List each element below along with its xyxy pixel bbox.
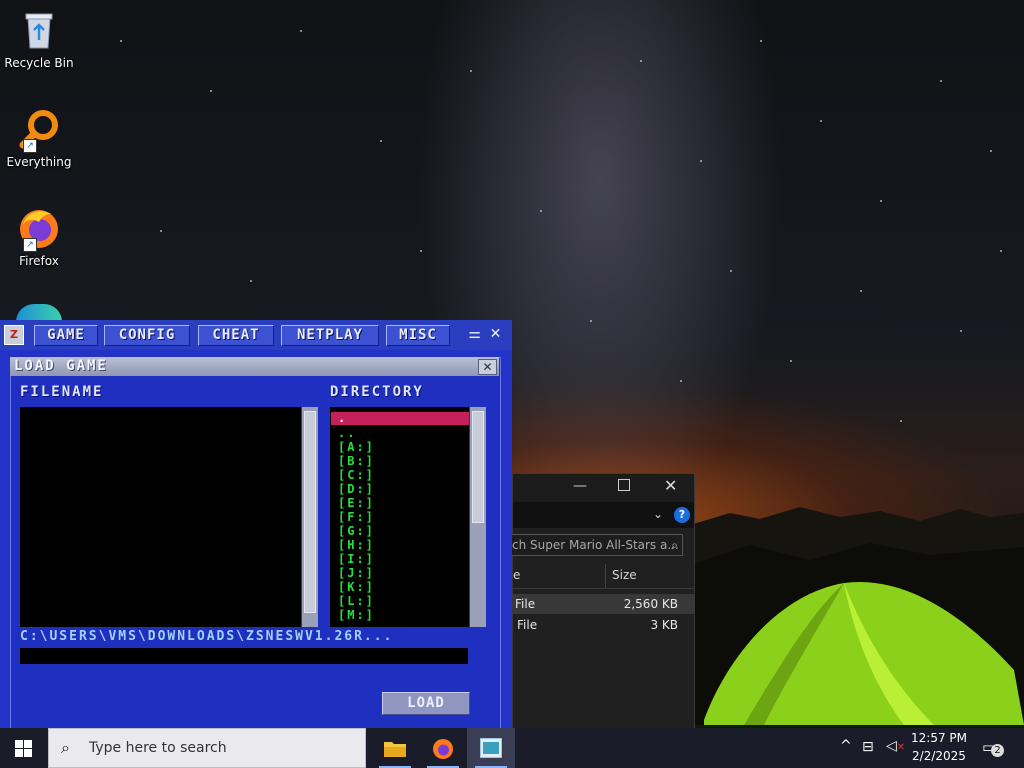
scrollbar-thumb[interactable] (304, 411, 316, 613)
taskbar-file-explorer[interactable] (371, 728, 419, 768)
directory-label: DIRECTORY (330, 384, 424, 400)
taskbar-firefox[interactable] (419, 728, 467, 768)
list-item[interactable]: [C:] (338, 468, 375, 482)
start-button[interactable] (0, 728, 48, 768)
notification-center-button[interactable]: ▭ 2 (982, 738, 1004, 757)
list-item[interactable]: [H:] (338, 538, 375, 552)
close-icon[interactable]: ✕ (487, 325, 504, 343)
chevron-up-icon[interactable]: ^ (840, 738, 852, 754)
maximize-icon[interactable] (618, 479, 630, 491)
filename-list[interactable] (20, 407, 301, 627)
list-item[interactable]: [L:] (338, 594, 375, 608)
firefox-icon (433, 739, 453, 759)
menu-config[interactable]: CONFIG (104, 325, 190, 346)
menu-game[interactable]: GAME (34, 325, 98, 346)
list-item[interactable]: . (338, 411, 347, 425)
column-divider (605, 564, 606, 588)
filename-scrollbar[interactable] (302, 407, 318, 627)
chevron-down-icon[interactable]: ⌄ (653, 507, 663, 521)
desktop-icon-firefox[interactable]: ↗ Firefox (4, 206, 74, 268)
clock-time[interactable]: 12:57 PM (910, 731, 968, 745)
menu-misc[interactable]: MISC (386, 325, 450, 346)
explorer-search-input[interactable]: ch Super Mario All-Stars a... ⌕ (511, 534, 683, 556)
search-icon: ⌕ (61, 738, 70, 757)
explorer-titlebar: — ✕ (513, 474, 694, 502)
current-path: C:\USERS\VMS\DOWNLOADS\ZSNESWV1.26R... (20, 629, 394, 644)
notification-badge: 2 (991, 744, 1004, 757)
taskbar-search-input[interactable]: ⌕ Type here to search (48, 728, 366, 768)
close-icon[interactable]: ✕ (664, 476, 677, 495)
firefox-icon: ↗ (17, 206, 61, 252)
green-tent (694, 581, 1024, 730)
list-item[interactable]: [K:] (338, 580, 375, 594)
minimize-icon[interactable]: — (573, 478, 587, 494)
network-icon[interactable]: ⊟ (862, 739, 874, 755)
recycle-bin-icon (17, 8, 61, 52)
taskbar: ⌕ Type here to search ^ ⊟ ◁✕ 12:57 PM 2/… (0, 728, 1024, 768)
explorer-ribbon: ⌄ ? (513, 502, 694, 528)
desktop-icon-label: Everything (6, 155, 72, 169)
clock-date[interactable]: 2/2/2025 (910, 749, 968, 763)
taskbar-zsnes[interactable] (467, 728, 515, 768)
folder-icon (384, 742, 406, 757)
table-row[interactable]: File 3 KB (513, 615, 694, 635)
list-item[interactable]: .. (338, 426, 356, 440)
desktop-icon-everything[interactable]: ↗ Everything (4, 107, 74, 169)
scrollbar-thumb[interactable] (472, 411, 484, 523)
everything-search-icon: ↗ (17, 107, 61, 153)
list-item[interactable]: [M:] (338, 608, 375, 622)
help-icon[interactable]: ? (674, 507, 690, 523)
table-row[interactable]: File 2,560 KB (513, 594, 694, 614)
column-size-header[interactable]: Size (612, 568, 637, 582)
list-item[interactable]: [B:] (338, 454, 375, 468)
load-button[interactable]: LOAD (382, 692, 470, 715)
minimize-icon[interactable]: ⚌ (466, 325, 483, 343)
desktop-icon-label: Recycle Bin (4, 56, 74, 70)
volume-muted-icon[interactable]: ◁✕ (886, 738, 905, 754)
zsnes-app-icon[interactable]: Z (4, 325, 24, 345)
desktop-icon-label: Firefox (19, 254, 59, 268)
list-item[interactable]: [F:] (338, 510, 375, 524)
directory-scrollbar[interactable] (470, 407, 486, 627)
shortcut-arrow-icon: ↗ (23, 238, 37, 252)
search-icon: ⌕ (671, 538, 678, 552)
list-item[interactable]: [A:] (338, 440, 375, 454)
zsnes-window-icon (480, 738, 502, 758)
menu-cheat[interactable]: CHEAT (198, 325, 274, 346)
file-explorer-window[interactable]: — ✕ ⌄ ? ch Super Mario All-Stars a... ⌕ … (511, 473, 695, 730)
column-name-header[interactable]: e (513, 568, 520, 582)
windows-logo-icon (15, 740, 32, 757)
filename-input[interactable] (20, 648, 468, 664)
directory-selected-row[interactable] (331, 412, 469, 425)
explorer-column-header: e Size (513, 564, 694, 589)
list-item[interactable]: [D:] (338, 482, 375, 496)
zsnes-menubar: Z GAME CONFIG CHEAT NETPLAY MISC (0, 320, 512, 352)
dialog-title: LOAD GAME (14, 358, 108, 374)
list-item[interactable]: [G:] (338, 524, 375, 538)
list-item[interactable]: [J:] (338, 566, 375, 580)
menu-netplay[interactable]: NETPLAY (281, 325, 379, 346)
filename-label: FILENAME (20, 384, 104, 400)
dialog-close-button[interactable]: ✕ (478, 359, 497, 375)
desktop-icon-recycle-bin[interactable]: Recycle Bin (4, 8, 74, 70)
shortcut-arrow-icon: ↗ (23, 139, 37, 153)
list-item[interactable]: [I:] (338, 552, 375, 566)
list-item[interactable]: [E:] (338, 496, 375, 510)
